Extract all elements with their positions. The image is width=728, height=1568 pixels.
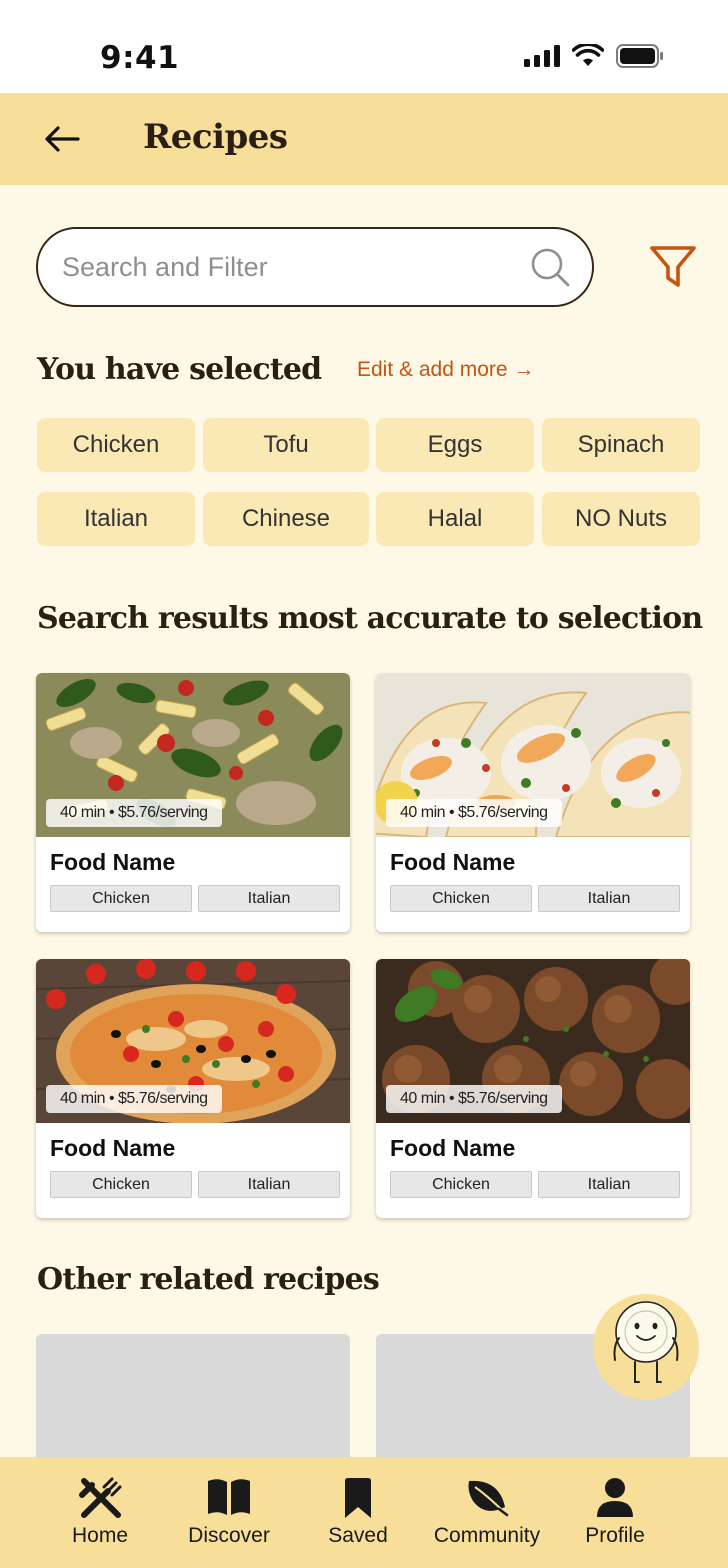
status-icons [524,44,664,68]
status-time: 9:41 [100,40,180,76]
search-input[interactable] [62,247,522,287]
nav-item-home[interactable]: Home [35,1457,165,1568]
edit-add-more-link[interactable]: Edit & add more → [357,358,534,382]
filter-icon[interactable] [648,242,698,292]
bookmark-icon [345,1478,371,1518]
bottom-nav: Home Discover Saved Community Profile [0,1457,728,1568]
nav-label: Saved [328,1524,388,1547]
related-heading: Other related recipes [37,1262,380,1297]
recipe-card[interactable]: 40 min • $5.76/serving Food Name Chicken… [376,959,690,1218]
chip-italian[interactable]: Italian [37,492,195,546]
selected-heading: You have selected [37,352,322,387]
page-title: Recipes [143,117,288,157]
card-tag: Chicken [50,885,192,912]
card-tag: Italian [538,1171,680,1198]
nav-label: Home [71,1524,129,1547]
battery-icon [616,44,663,68]
nav-label: Profile [585,1524,645,1547]
card-title: Food Name [390,1135,516,1161]
app-header: Recipes [0,93,728,185]
nav-item-profile[interactable]: Profile [550,1457,680,1568]
chip-tofu[interactable]: Tofu [203,418,369,472]
nav-item-discover[interactable]: Discover [164,1457,294,1568]
signal-icon [524,45,560,67]
card-tag: Italian [198,1171,340,1198]
card-tag: Chicken [390,1171,532,1198]
leaf-icon [468,1480,509,1517]
wifi-icon [572,44,604,66]
related-recipe-card[interactable] [36,1334,350,1474]
person-icon [597,1478,633,1517]
card-title: Food Name [50,1135,176,1161]
card-meta: 40 min • $5.76/serving [386,799,562,827]
recipe-card[interactable]: 40 min • $5.76/serving Food Name Chicken… [376,673,690,932]
chip-chicken[interactable]: Chicken [37,418,195,472]
recipe-card[interactable]: 40 min • $5.76/serving Food Name Chicken… [36,959,350,1218]
card-tag: Chicken [390,885,532,912]
nav-label: Discover [188,1524,270,1547]
book-icon [208,1479,250,1515]
back-button[interactable] [40,119,84,159]
search-icon[interactable] [530,247,572,289]
card-tag: Italian [198,885,340,912]
status-bar: 9:41 [0,0,728,93]
results-heading: Search results most accurate to selectio… [37,601,703,636]
utensils-icon [79,1477,122,1518]
chip-chinese[interactable]: Chinese [203,492,369,546]
recipe-card[interactable]: 40 min • $5.76/serving Food Name Chicken… [36,673,350,932]
chip-eggs[interactable]: Eggs [376,418,534,472]
chip-no-nuts[interactable]: NO Nuts [542,492,700,546]
card-title: Food Name [50,849,176,875]
mascot-assistant-button[interactable] [593,1294,699,1400]
plate-mascot-icon [613,1301,679,1383]
chip-halal[interactable]: Halal [376,492,534,546]
card-tag: Chicken [50,1171,192,1198]
search-box [36,227,594,307]
chip-spinach[interactable]: Spinach [542,418,700,472]
card-tag: Italian [538,885,680,912]
nav-item-saved[interactable]: Saved [293,1457,423,1568]
card-title: Food Name [390,849,516,875]
nav-label: Community [433,1524,541,1547]
card-meta: 40 min • $5.76/serving [46,799,222,827]
card-meta: 40 min • $5.76/serving [386,1085,562,1113]
arrow-left-icon [45,126,80,152]
nav-item-community[interactable]: Community [422,1457,552,1568]
card-meta: 40 min • $5.76/serving [46,1085,222,1113]
